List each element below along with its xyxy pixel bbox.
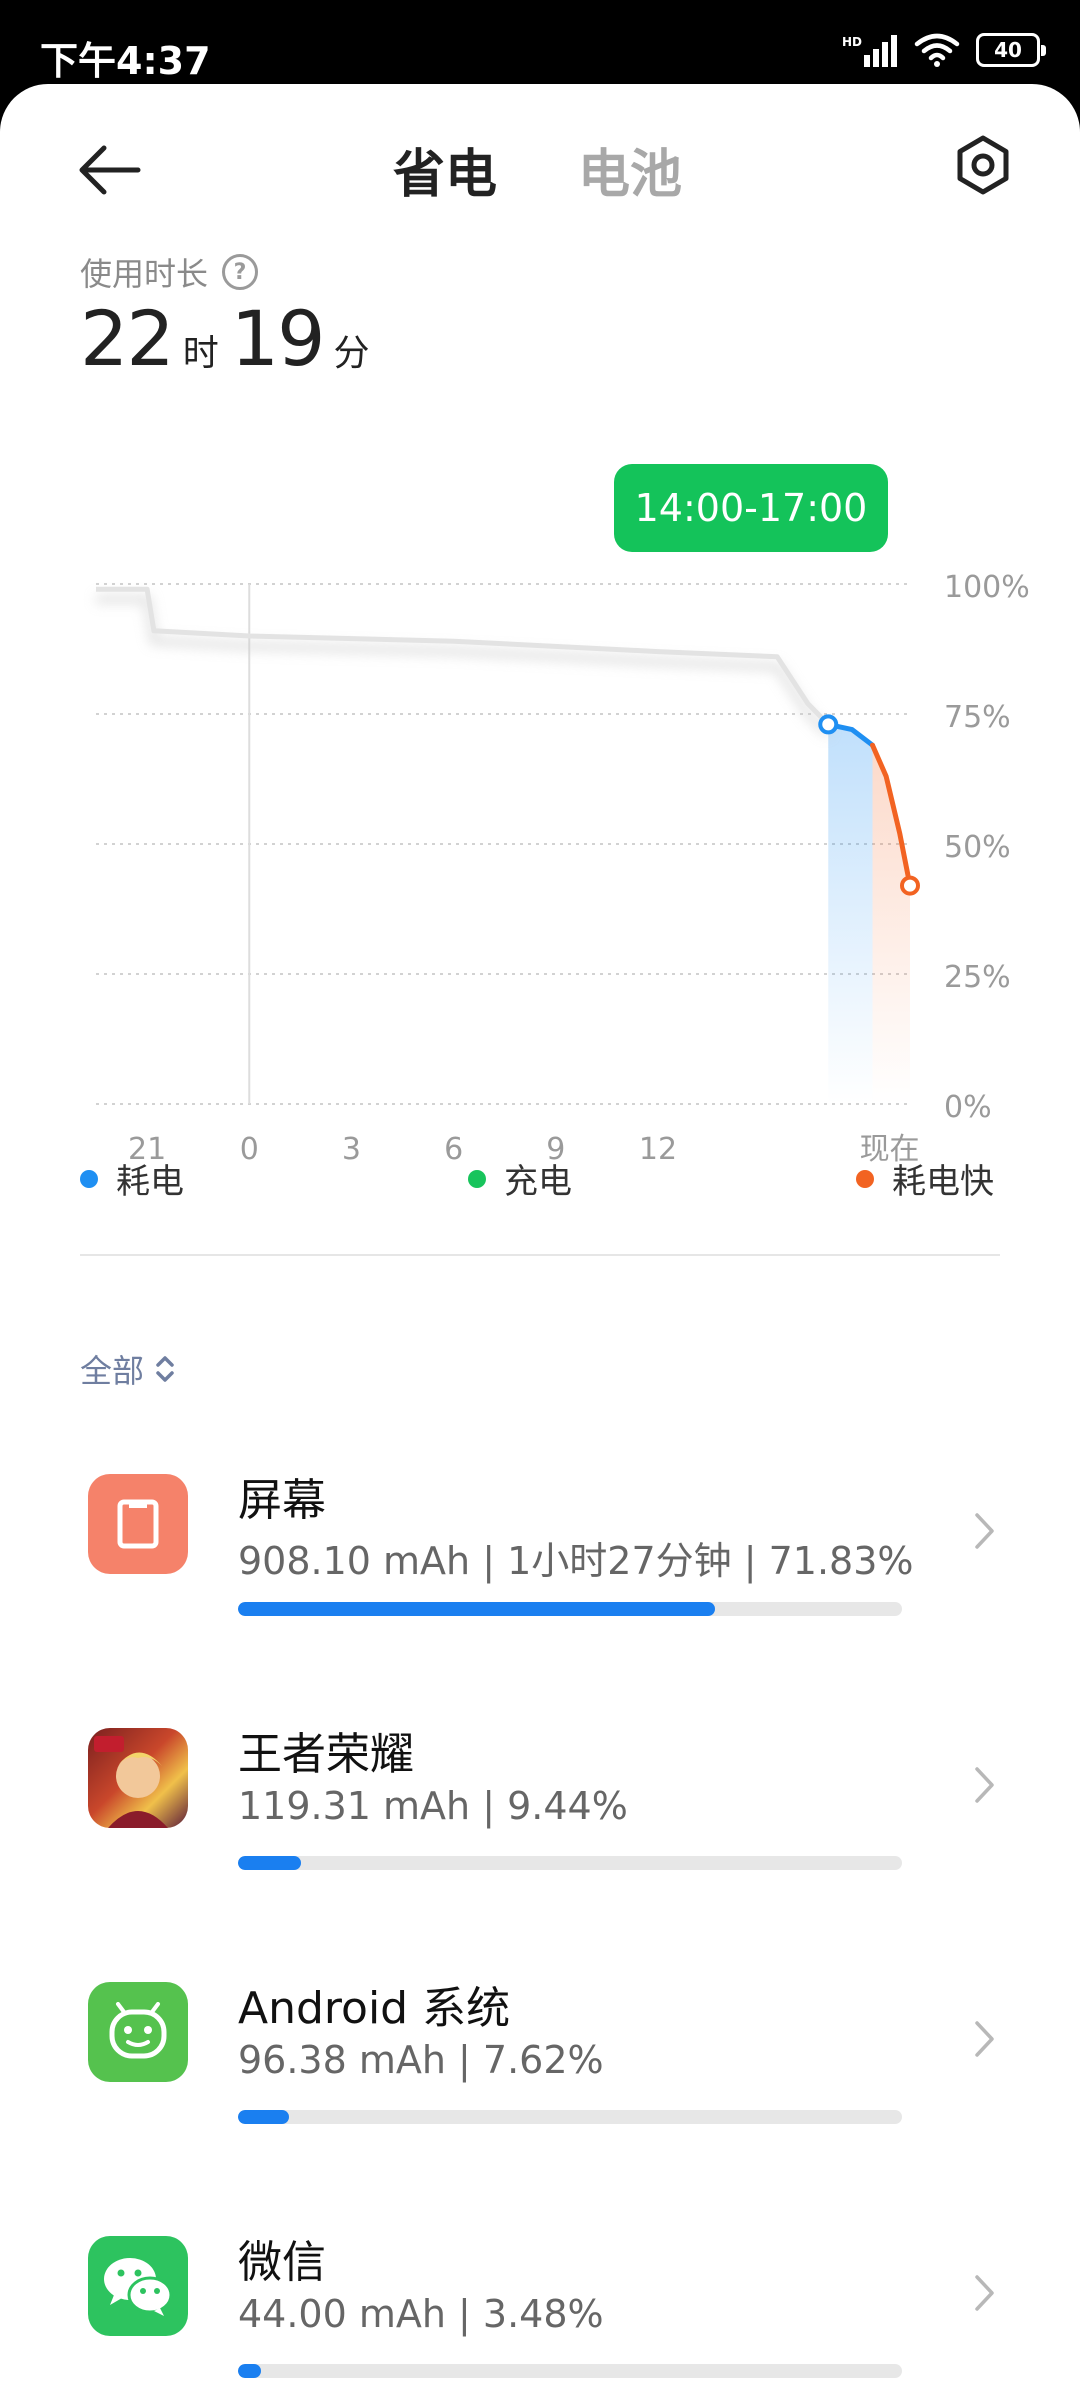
legend-item-drain: 耗电 (80, 1154, 184, 1203)
app-row-wechat[interactable]: 微信 44.00 mAh | 3.48% (0, 2226, 1080, 2400)
usage-hours: 22 (80, 294, 175, 383)
wechat-icon (88, 2236, 188, 2336)
legend-label-drain: 耗电 (116, 1162, 184, 1202)
y-tick-label: 50% (944, 830, 1011, 865)
x-tick-label: 12 (639, 1132, 677, 1167)
y-tick-label: 100% (944, 570, 1030, 605)
status-bar: 下午4:37 HD 40 (0, 0, 1080, 96)
y-tick-label: 0% (944, 1090, 992, 1125)
usage-bar-fill (238, 1856, 301, 1870)
usage-hours-unit: 时 (182, 333, 219, 374)
y-tick-label: 25% (944, 960, 1011, 995)
chevron-right-icon (975, 1513, 994, 1549)
usage-label-text: 使用时长 (80, 255, 209, 293)
screen-icon (88, 1474, 188, 1574)
signal-icon: HD (842, 33, 898, 67)
status-icons: HD 40 (842, 30, 1046, 70)
usage-bar-fill (238, 2364, 262, 2378)
divider (80, 1254, 1000, 1256)
legend-label-charge: 充电 (504, 1162, 572, 1202)
settings-button[interactable] (952, 134, 1014, 196)
status-time: 下午4:37 (40, 39, 211, 83)
app-name: 微信 (238, 2237, 326, 2288)
wifi-icon (914, 33, 960, 67)
usage-bar-track (238, 1856, 902, 1870)
legend-dot-drain (80, 1169, 98, 1188)
history-line (96, 586, 831, 727)
usage-duration-value: 22 时 19 分 (80, 294, 381, 383)
app-row-honor-of-kings[interactable]: 王者荣耀 119.31 mAh | 9.44% (0, 1718, 1080, 1918)
usage-bar-fill (238, 1602, 715, 1616)
app-row-screen[interactable]: 屏幕 908.10 mAh | 1小时27分钟 | 71.83% (0, 1464, 1080, 1664)
tab-power-saving[interactable]: 省电 (393, 132, 497, 207)
app-stats: 119.31 mAh | 9.44% (238, 1784, 628, 1828)
app-stats: 908.10 mAh | 1小时27分钟 | 71.83% (238, 1539, 914, 1583)
help-icon[interactable]: ? (222, 254, 259, 290)
legend-dot-fast-drain (856, 1169, 874, 1188)
app-name: 王者荣耀 (238, 1729, 414, 1780)
legend-item-charge: 充电 (468, 1154, 572, 1203)
top-bar: 省电 电池 (0, 84, 1080, 244)
app-name: 屏幕 (238, 1475, 326, 1526)
history-line-shadow (96, 595, 832, 738)
back-button[interactable] (74, 140, 144, 200)
x-tick-label: 3 (342, 1132, 361, 1167)
app-stats: 44.00 mAh | 3.48% (238, 2292, 604, 2336)
tab-battery[interactable]: 电池 (578, 132, 682, 207)
hd-label: HD (842, 35, 863, 49)
android-icon (88, 1982, 188, 2082)
battery-level: 40 (994, 38, 1022, 62)
battery-level-chart[interactable]: 100%75%50%25%0%21 0 3 6 9 12 现在14:00-17:00 (0, 464, 1080, 1184)
chevron-right-icon (975, 2275, 994, 2311)
chevron-right-icon (975, 1767, 994, 1803)
legend-dot-charge (468, 1169, 486, 1188)
usage-bar-track (238, 1602, 902, 1616)
battery-icon: 40 (976, 33, 1046, 67)
sort-icon (156, 1356, 174, 1382)
chevron-right-icon (975, 2021, 994, 2057)
filter-label: 全部 (80, 1352, 145, 1390)
usage-duration-label: 使用时长 ? (80, 249, 259, 295)
usage-minutes: 19 (230, 294, 326, 383)
usage-minutes-unit: 分 (333, 333, 370, 374)
app-row-android-system[interactable]: Android 系统 96.38 mAh | 7.62% (0, 1972, 1080, 2172)
y-tick-label: 75% (944, 700, 1011, 735)
game-icon (88, 1728, 188, 1828)
range-start-point (818, 714, 839, 735)
x-tick-label: 6 (444, 1132, 463, 1167)
app-name: Android 系统 (238, 1983, 511, 2034)
app-stats: 96.38 mAh | 7.62% (238, 2038, 604, 2082)
range-end-point (900, 875, 920, 896)
battery-page: 省电 电池 使用时长 ? 22 时 19 分 100% 75% 50% 25% 0% 21… (0, 84, 1080, 2400)
x-tick-label: 0 (240, 1132, 259, 1167)
usage-bar-fill (238, 2110, 289, 2124)
legend-item-fast-drain: 耗电快 (856, 1154, 994, 1203)
legend-label-fast-drain: 耗电快 (892, 1162, 994, 1202)
drain-area (828, 724, 873, 1104)
filter-dropdown[interactable]: 全部 (80, 1346, 176, 1392)
usage-bar-track (238, 2364, 902, 2378)
usage-bar-track (238, 2110, 902, 2124)
range-tooltip-label: 14:00-17:00 (635, 486, 868, 530)
